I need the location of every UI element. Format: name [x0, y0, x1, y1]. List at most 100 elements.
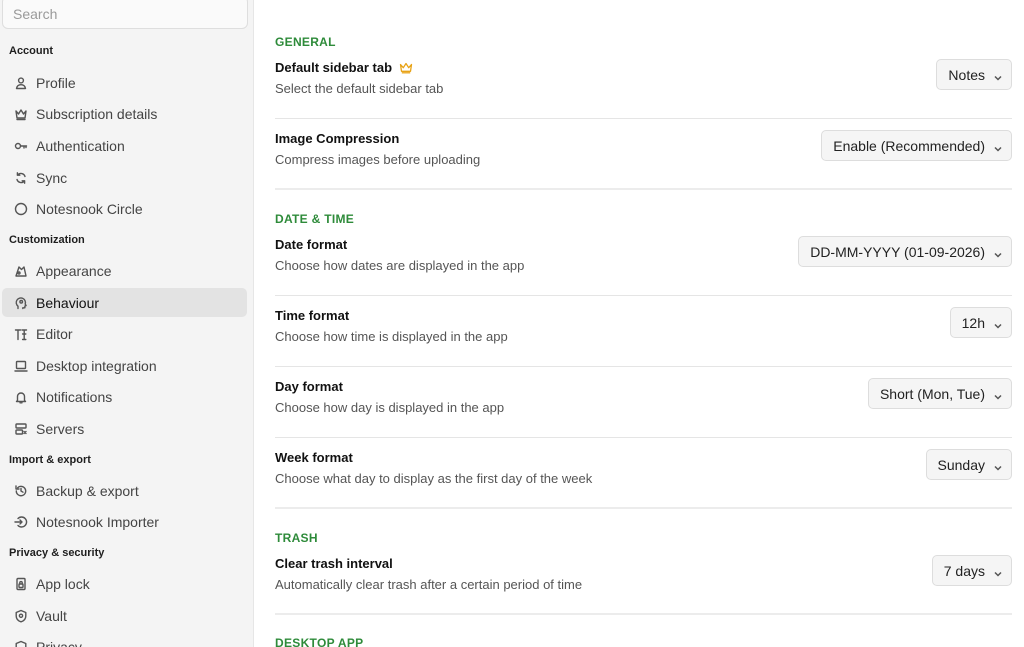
setting-title: Week format — [275, 450, 353, 465]
setting-row-date-format: Date format Choose how dates are display… — [275, 236, 1012, 273]
day-format-select[interactable]: Short (Mon, Tue) — [867, 378, 1012, 409]
sync-icon — [14, 171, 28, 185]
key-icon — [14, 139, 28, 153]
sidebar-item-notesnook-circle[interactable]: Notesnook Circle — [2, 194, 247, 223]
setting-description: Select the default sidebar tab — [275, 81, 444, 96]
sidebar-item-notifications[interactable]: Notifications — [2, 382, 247, 411]
divider — [275, 118, 1012, 119]
sidebar-item-app-lock[interactable]: App lock — [2, 569, 247, 598]
setting-row-week-format: Week format Choose what day to display a… — [275, 449, 1012, 486]
palette-icon — [14, 264, 28, 278]
sidebar-item-label: Profile — [36, 74, 76, 91]
select-value: 12h — [961, 314, 985, 331]
sidebar-item-subscription[interactable]: Subscription details — [2, 99, 247, 128]
clear-trash-interval-select[interactable]: 7 days — [931, 555, 1012, 586]
section-title-desktop-app: DESKTOP APP — [275, 636, 364, 647]
section-title-date-time: DATE & TIME — [275, 212, 355, 226]
search-input[interactable]: Search — [2, 0, 248, 29]
select-value: Sunday — [937, 456, 985, 473]
setting-description: Automatically clear trash after a certai… — [275, 577, 583, 592]
setting-row-clear-trash-interval: Clear trash interval Automatically clear… — [275, 555, 1012, 592]
default-sidebar-tab-select[interactable]: Notes — [936, 59, 1012, 90]
sidebar-item-label: Notesnook Circle — [36, 200, 143, 217]
sidebar-item-label: Backup & export — [36, 482, 139, 499]
sidebar-item-label: Notesnook Importer — [36, 513, 159, 530]
circle-icon — [14, 202, 28, 216]
section-title-general: GENERAL — [275, 35, 336, 49]
sidebar-item-behaviour[interactable]: Behaviour — [2, 288, 247, 317]
sidebar-item-label: Sync — [36, 169, 68, 186]
import-icon — [14, 515, 28, 529]
chevron-down-icon — [993, 70, 1003, 81]
group-title-import-export: Import & export — [9, 454, 91, 466]
date-format-select[interactable]: DD-MM-YYYY (01-09-2026) — [798, 236, 1012, 267]
setting-description: Choose what day to display as the first … — [275, 471, 593, 486]
setting-title: Default sidebar tab — [275, 59, 1012, 76]
setting-row-image-compression: Image Compression Compress images before… — [275, 130, 1012, 167]
divider — [275, 295, 1012, 296]
section-title-trash: TRASH — [275, 531, 318, 545]
select-value: 7 days — [943, 562, 985, 579]
chevron-down-icon — [993, 247, 1003, 258]
sidebar-item-label: Behaviour — [36, 294, 100, 311]
sidebar-item-desktop-integration[interactable]: Desktop integration — [2, 351, 247, 380]
sidebar-item-label: Privacy — [36, 638, 82, 647]
user-icon — [14, 76, 28, 90]
bell-icon — [14, 390, 28, 404]
group-title-customization: Customization — [9, 234, 85, 246]
sidebar-item-label: Desktop integration — [36, 357, 157, 374]
sidebar-item-editor[interactable]: Editor — [2, 319, 247, 348]
setting-row-day-format: Day format Choose how day is displayed i… — [275, 378, 1012, 415]
chevron-down-icon — [993, 141, 1003, 152]
sidebar-item-sync[interactable]: Sync — [2, 163, 247, 192]
sidebar-item-vault[interactable]: Vault — [2, 601, 247, 630]
sidebar-item-label: Authentication — [36, 137, 125, 154]
section-divider — [275, 507, 1012, 509]
privacy-icon — [14, 640, 28, 647]
sidebar-item-profile[interactable]: Profile — [2, 68, 247, 97]
sidebar-item-label: Editor — [36, 325, 73, 342]
sidebar-item-authentication[interactable]: Authentication — [2, 131, 247, 160]
chevron-down-icon — [993, 318, 1003, 329]
sidebar-item-appearance[interactable]: Appearance — [2, 256, 247, 285]
group-title-privacy-security: Privacy & security — [9, 547, 105, 559]
sidebar-item-label: Subscription details — [36, 105, 158, 122]
editor-icon — [14, 327, 28, 341]
chevron-down-icon — [993, 566, 1003, 577]
group-title-account: Account — [9, 45, 53, 57]
sidebar-item-servers[interactable]: Servers — [2, 414, 247, 443]
select-value: Enable (Recommended) — [833, 137, 985, 154]
sidebar-item-notesnook-importer[interactable]: Notesnook Importer — [2, 507, 247, 536]
time-format-select[interactable]: 12h — [949, 307, 1012, 338]
setting-row-default-sidebar-tab: Default sidebar tab Select the default s… — [275, 59, 1012, 96]
sidebar-item-backup-export[interactable]: Backup & export — [2, 476, 247, 505]
setting-row-time-format: Time format Choose how time is displayed… — [275, 307, 1012, 344]
shield-icon — [14, 609, 28, 623]
sidebar-item-label: Vault — [36, 607, 67, 624]
backup-icon — [14, 484, 28, 498]
setting-description: Choose how time is displayed in the app — [275, 329, 508, 344]
brain-icon — [14, 296, 28, 310]
chevron-down-icon — [993, 460, 1003, 471]
week-format-select[interactable]: Sunday — [925, 449, 1012, 480]
divider — [275, 437, 1012, 438]
setting-title: Time format — [275, 308, 350, 323]
sidebar-item-label: Servers — [36, 420, 85, 437]
select-value: Short (Mon, Tue) — [879, 385, 985, 402]
lock-icon — [14, 577, 28, 591]
setting-title: Clear trash interval — [275, 556, 393, 571]
chevron-down-icon — [993, 389, 1003, 400]
settings-content: GENERAL Default sidebar tab Select the d… — [255, 0, 1024, 647]
laptop-icon — [14, 359, 28, 373]
setting-title-text: Default sidebar tab — [275, 60, 393, 75]
section-divider — [275, 188, 1012, 190]
sidebar-item-label: Notifications — [36, 388, 113, 405]
divider — [275, 366, 1012, 367]
select-value: Notes — [948, 66, 985, 83]
section-divider — [275, 613, 1012, 615]
sidebar-item-privacy[interactable]: Privacy — [2, 632, 247, 647]
select-value: DD-MM-YYYY (01-09-2026) — [810, 243, 985, 260]
sidebar-item-label: Appearance — [36, 262, 112, 279]
server-icon — [14, 422, 28, 436]
image-compression-select[interactable]: Enable (Recommended) — [821, 130, 1012, 161]
